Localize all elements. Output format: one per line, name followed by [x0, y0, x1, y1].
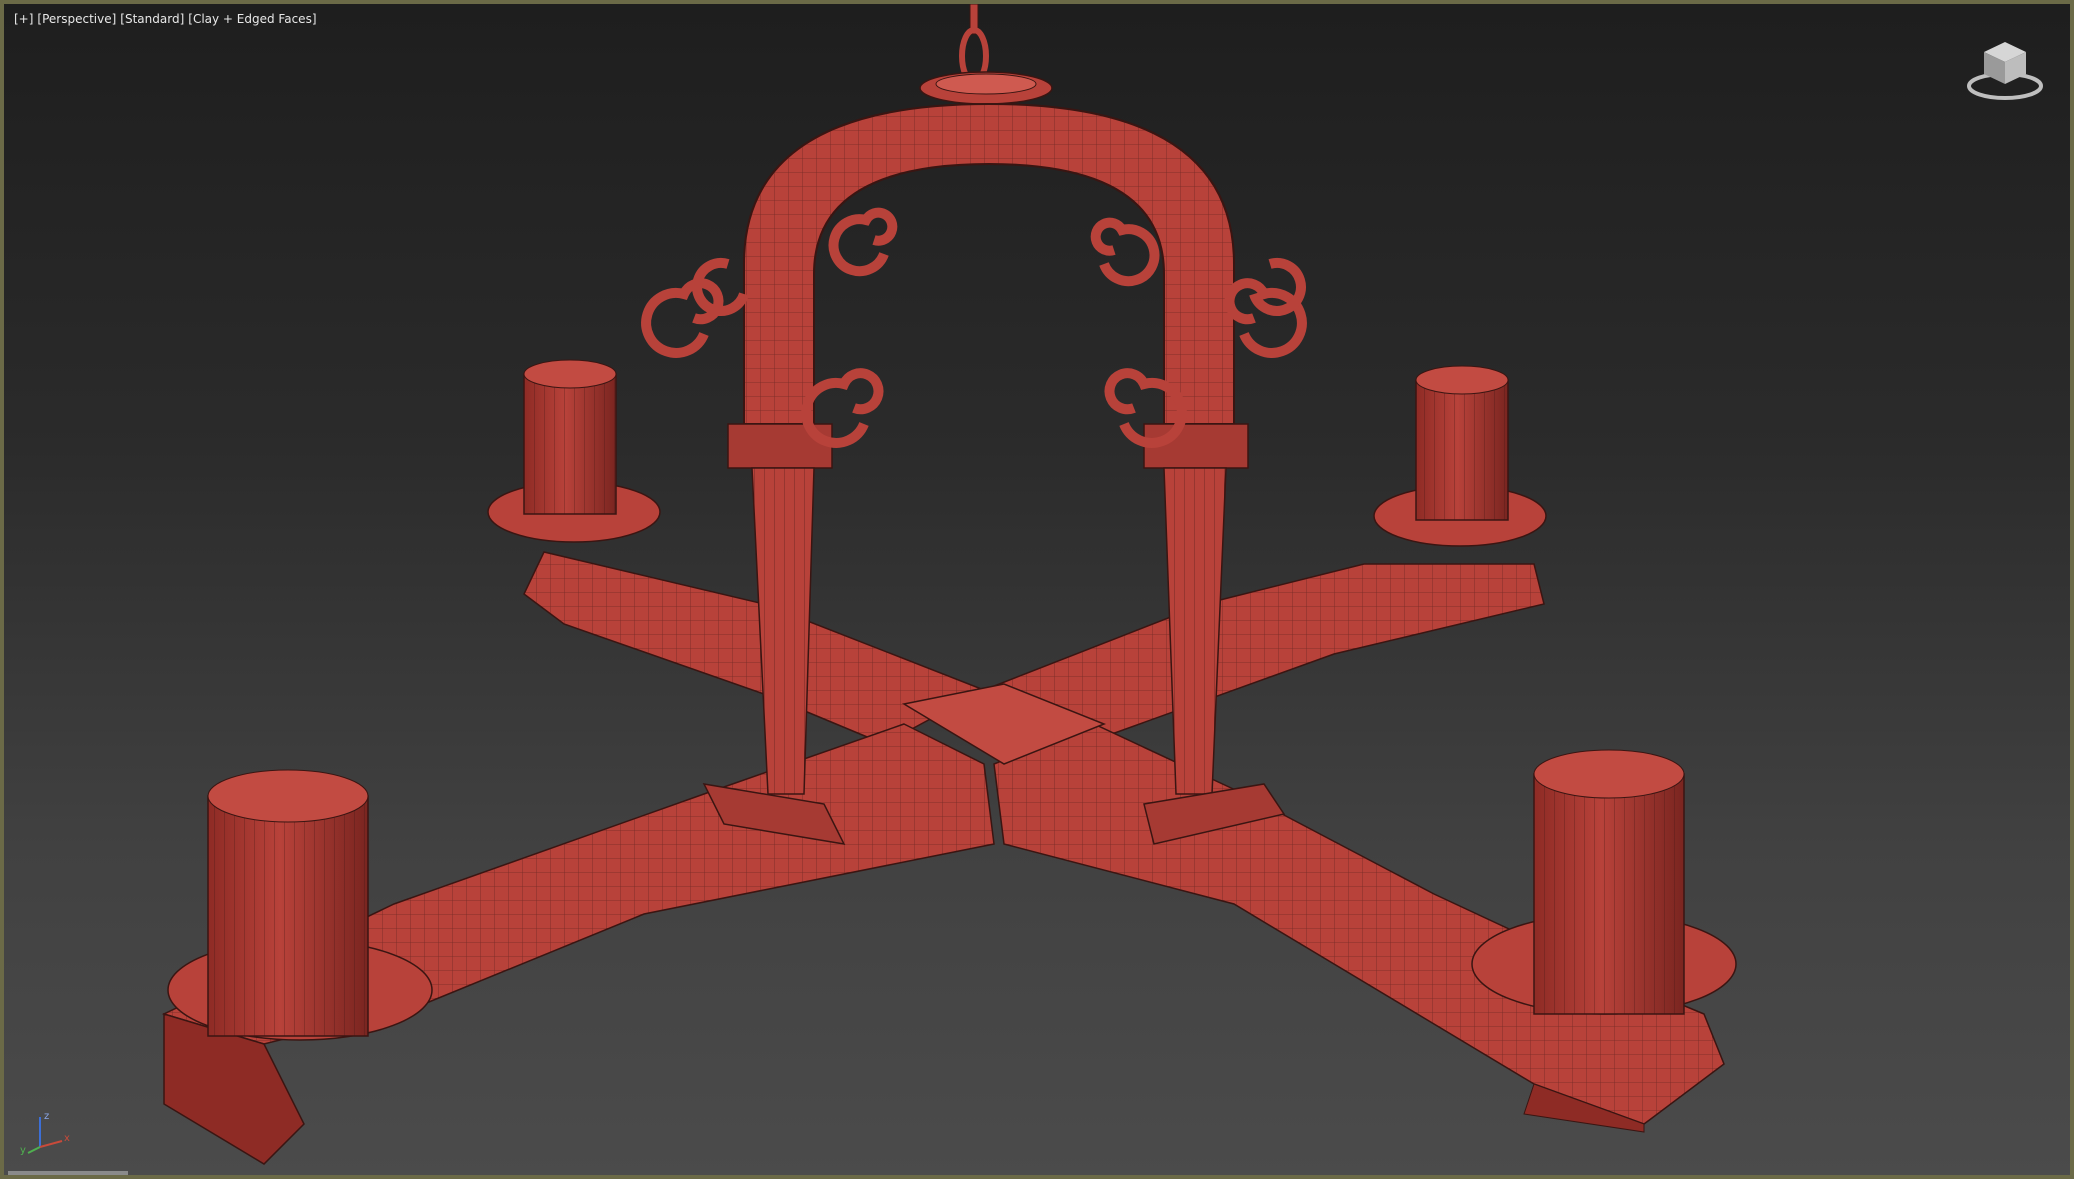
candle-back-left: [487, 359, 661, 543]
chain: [959, 4, 989, 85]
viewport-perspective[interactable]: [+] [Perspective] [Standard] [Clay + Edg…: [0, 0, 2074, 1179]
candle-front-right: [1471, 749, 1737, 1015]
axis-y-label: y: [20, 1145, 26, 1156]
base-arm-back-left: [523, 551, 986, 745]
viewcube-icon[interactable]: [1960, 34, 2050, 106]
viewport-bottom-indicator: [8, 1171, 128, 1175]
top-dish: [919, 71, 1053, 105]
chandelier-model[interactable]: [4, 4, 2070, 1175]
candle-back-right: [1373, 365, 1547, 547]
axis-x-label: x: [64, 1133, 70, 1144]
axis-z-label: z: [44, 1111, 49, 1122]
axis-tripod-icon: z x y: [20, 1111, 70, 1156]
